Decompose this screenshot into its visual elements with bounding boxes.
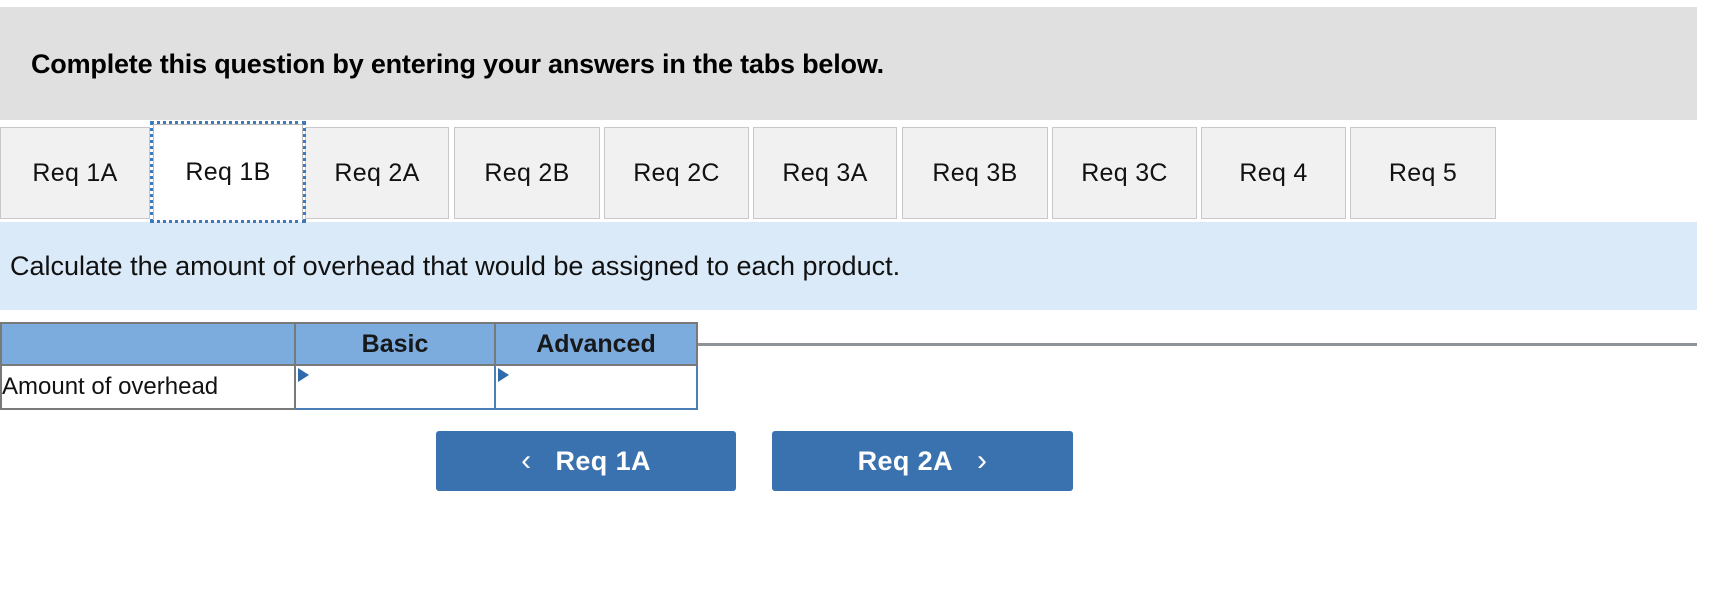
tab-req-4[interactable]: Req 4 <box>1201 127 1346 219</box>
tab-label: Req 2A <box>334 158 420 187</box>
next-requirement-button[interactable]: Req 2A › <box>772 431 1073 491</box>
tab-label: Req 3C <box>1081 158 1168 187</box>
instructions-banner: Complete this question by entering your … <box>0 7 1697 120</box>
prev-requirement-label: Req 1A <box>555 445 651 476</box>
tab-req-3b[interactable]: Req 3B <box>902 127 1048 219</box>
row-label-amount-of-overhead: Amount of overhead <box>0 364 296 410</box>
tab-label: Req 1B <box>185 157 271 186</box>
tab-req-1b[interactable]: Req 1B <box>150 121 306 223</box>
table-header-row: Basic Advanced <box>0 322 698 366</box>
tab-label: Req 5 <box>1388 158 1458 187</box>
answer-table: Basic Advanced Amount of overhead <box>0 322 698 410</box>
column-header-blank <box>0 322 296 366</box>
tab-req-2c[interactable]: Req 2C <box>604 127 749 219</box>
tab-label: Req 3B <box>932 158 1018 187</box>
cell-advanced-overhead[interactable] <box>494 364 698 410</box>
chevron-left-icon: ‹ <box>521 444 532 477</box>
prev-requirement-button[interactable]: ‹ Req 1A <box>436 431 736 491</box>
cell-basic-overhead[interactable] <box>294 364 496 410</box>
cell-marker-icon <box>298 368 309 382</box>
column-header-basic: Basic <box>294 322 496 366</box>
column-header-advanced: Advanced <box>494 322 698 366</box>
input-advanced-overhead[interactable] <box>496 366 696 408</box>
tab-label: Req 4 <box>1239 158 1308 187</box>
tab-req-3c[interactable]: Req 3C <box>1052 127 1197 219</box>
cell-marker-icon <box>498 368 509 382</box>
tab-req-2b[interactable]: Req 2B <box>454 127 600 219</box>
next-requirement-label: Req 2A <box>857 445 954 476</box>
requirement-tabs: Req 1A Req 1B Req 2A Req 2B Req 2C Req 3… <box>0 121 1722 346</box>
input-basic-overhead[interactable] <box>296 366 494 408</box>
requirement-instruction-text: Calculate the amount of overhead that wo… <box>10 250 901 281</box>
requirement-instruction-bar: Calculate the amount of overhead that wo… <box>0 222 1697 310</box>
tab-req-5[interactable]: Req 5 <box>1350 127 1496 219</box>
tab-label: Req 2C <box>633 158 720 187</box>
banner-message: Complete this question by entering your … <box>31 49 884 79</box>
tab-label: Req 3A <box>782 158 868 187</box>
tab-req-1a[interactable]: Req 1A <box>0 127 150 219</box>
chevron-right-icon: › <box>977 444 988 477</box>
tab-label: Req 2B <box>484 158 570 187</box>
tab-req-3a[interactable]: Req 3A <box>753 127 897 219</box>
table-row: Amount of overhead <box>0 364 698 410</box>
tab-req-2a[interactable]: Req 2A <box>305 127 449 219</box>
tab-label: Req 1A <box>32 158 118 187</box>
